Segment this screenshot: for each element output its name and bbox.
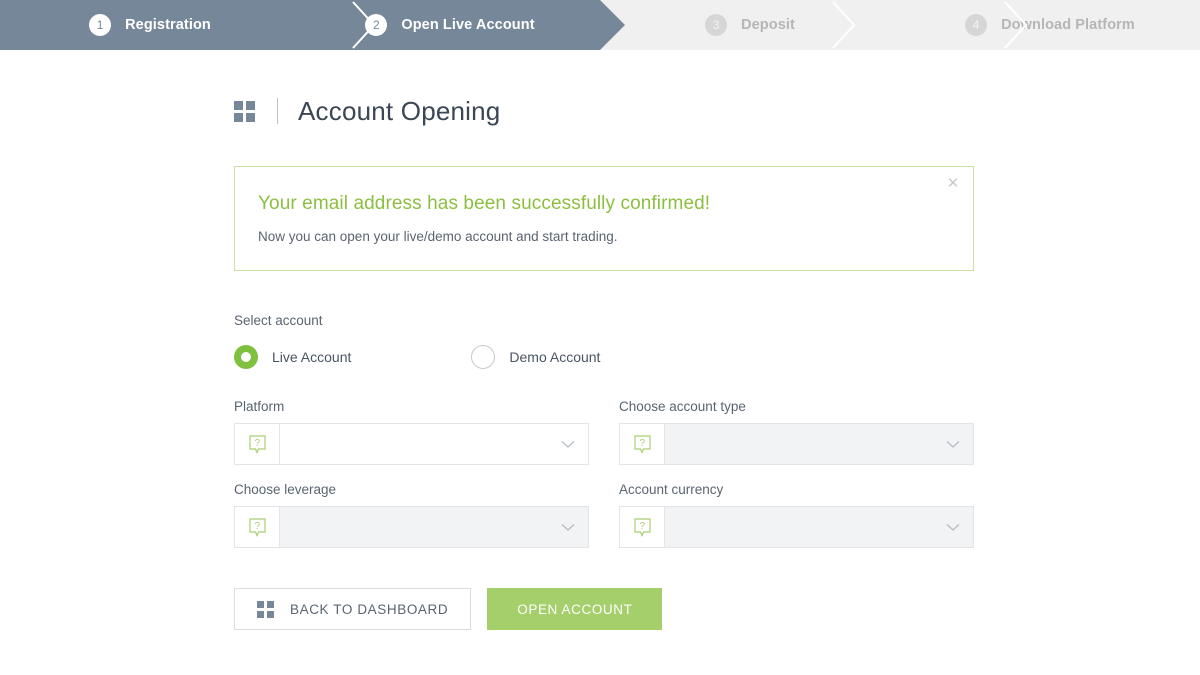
step-download-platform[interactable]: 4 Download Platform <box>900 0 1200 50</box>
back-to-dashboard-button[interactable]: BACK TO DASHBOARD <box>234 588 471 630</box>
form-row-1: Platform ? <box>234 399 974 465</box>
step-label-open-live-account: Open Live Account <box>401 17 534 33</box>
radio-live-account[interactable]: Live Account <box>234 345 351 369</box>
help-bubble-icon[interactable]: ? <box>620 507 665 547</box>
field-leverage: Choose leverage ? <box>234 482 589 548</box>
header-divider <box>277 98 278 124</box>
svg-text:?: ? <box>254 521 260 532</box>
success-alert: ✕ Your email address has been successful… <box>234 166 974 271</box>
alert-title: Your email address has been successfully… <box>258 193 945 215</box>
step-open-live-account[interactable]: 2 Open Live Account <box>300 0 600 50</box>
close-icon[interactable]: ✕ <box>942 173 964 195</box>
select-platform[interactable]: ? <box>234 423 589 465</box>
step-label-download-platform: Download Platform <box>1001 17 1135 33</box>
progress-stepper: 1 Registration 2 Open Live Account 3 Dep… <box>0 0 1200 50</box>
page-content: Account Opening ✕ Your email address has… <box>0 94 1200 630</box>
select-account-type[interactable]: ? <box>619 423 974 465</box>
account-opening-form: Platform ? <box>234 399 974 548</box>
radio-demo-account[interactable]: Demo Account <box>471 345 600 369</box>
label-leverage: Choose leverage <box>234 482 589 497</box>
step-number-2: 2 <box>365 14 387 36</box>
field-platform: Platform ? <box>234 399 589 465</box>
step-number-3: 3 <box>705 14 727 36</box>
alert-message: Now you can open your live/demo account … <box>258 229 945 244</box>
label-account-currency: Account currency <box>619 482 974 497</box>
step-number-4: 4 <box>965 14 987 36</box>
select-platform-box[interactable] <box>280 424 588 464</box>
form-row-2: Choose leverage ? <box>234 482 974 548</box>
page-title: Account Opening <box>298 96 500 127</box>
back-to-dashboard-label: BACK TO DASHBOARD <box>290 602 448 617</box>
svg-text:?: ? <box>639 438 645 449</box>
help-bubble-icon[interactable]: ? <box>235 507 280 547</box>
radio-unselected-icon <box>471 345 495 369</box>
radio-selected-icon <box>234 345 258 369</box>
select-account-label: Select account <box>234 313 1200 328</box>
chevron-down-icon <box>946 440 960 449</box>
select-leverage-box[interactable] <box>280 507 588 547</box>
step-registration[interactable]: 1 Registration <box>0 0 300 50</box>
chevron-down-icon <box>561 523 575 532</box>
svg-text:?: ? <box>254 438 260 449</box>
grid-icon <box>257 601 274 618</box>
chevron-down-icon <box>561 440 575 449</box>
chevron-down-icon <box>946 523 960 532</box>
select-leverage[interactable]: ? <box>234 506 589 548</box>
select-account-currency-box[interactable] <box>665 507 973 547</box>
help-bubble-icon[interactable]: ? <box>235 424 280 464</box>
step-label-registration: Registration <box>125 17 211 33</box>
svg-text:?: ? <box>639 521 645 532</box>
radio-label-live-account: Live Account <box>272 349 351 365</box>
label-platform: Platform <box>234 399 589 414</box>
radio-label-demo-account: Demo Account <box>509 349 600 365</box>
step-label-deposit: Deposit <box>741 17 795 33</box>
step-number-1: 1 <box>89 14 111 36</box>
step-deposit[interactable]: 3 Deposit <box>600 0 900 50</box>
open-account-button[interactable]: OPEN ACCOUNT <box>487 588 662 630</box>
label-account-type: Choose account type <box>619 399 974 414</box>
help-bubble-icon[interactable]: ? <box>620 424 665 464</box>
grid-icon <box>234 101 255 122</box>
select-account-type-box[interactable] <box>665 424 973 464</box>
page-header: Account Opening <box>234 94 1200 128</box>
select-account-currency[interactable]: ? <box>619 506 974 548</box>
form-actions: BACK TO DASHBOARD OPEN ACCOUNT <box>234 588 1200 630</box>
field-account-type: Choose account type ? <box>619 399 974 465</box>
field-account-currency: Account currency ? <box>619 482 974 548</box>
account-type-radio-group: Live Account Demo Account <box>234 345 1200 369</box>
